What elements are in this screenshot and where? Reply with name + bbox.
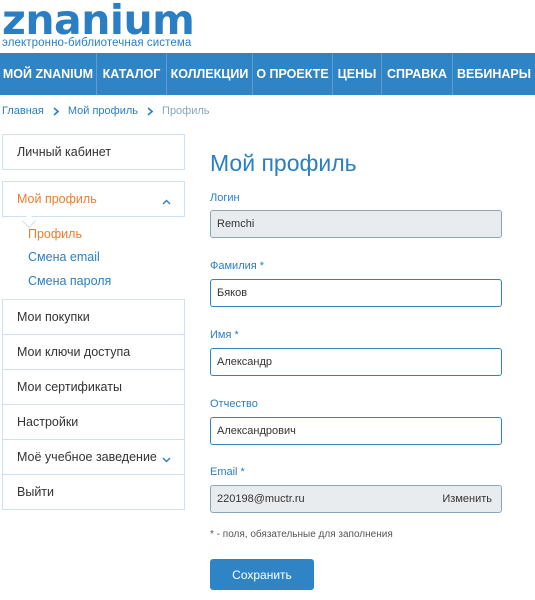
- breadcrumb-home[interactable]: Главная: [2, 105, 44, 117]
- email-value: 220198@muctr.ru: [217, 493, 305, 505]
- email-label: Email *: [210, 466, 245, 478]
- sidebar-item-label: Моё учебное заведение: [17, 450, 157, 464]
- nav-prices[interactable]: ЦЕНЫ: [333, 53, 382, 95]
- change-email-button[interactable]: Изменить: [442, 493, 492, 505]
- name-field[interactable]: Александр: [210, 348, 502, 376]
- save-button[interactable]: Сохранить: [210, 559, 314, 590]
- breadcrumb: Главная Мой профиль Профиль: [2, 105, 210, 117]
- nav-help[interactable]: СПРАВКА: [382, 53, 453, 95]
- chevron-right-icon: [53, 106, 59, 116]
- sidebar-item-settings[interactable]: Настройки: [2, 404, 185, 440]
- sidebar-item-certificates[interactable]: Мои сертификаты: [2, 369, 185, 405]
- logo-wordmark: znanium: [2, 0, 195, 44]
- page-title: Мой профиль: [210, 150, 357, 176]
- sidebar-item-cabinet[interactable]: Личный кабинет: [2, 134, 185, 170]
- sidebar-item-access-keys[interactable]: Мои ключи доступа: [2, 334, 185, 370]
- breadcrumb-my-profile[interactable]: Мой профиль: [68, 105, 138, 117]
- email-field: 220198@muctr.ru Изменить: [210, 485, 502, 513]
- required-note: * - поля, обязательные для заполнения: [210, 529, 393, 540]
- nav-catalog[interactable]: КАТАЛОГ: [97, 53, 167, 95]
- login-label: Логин: [210, 192, 240, 204]
- surname-label: Фамилия *: [210, 260, 265, 272]
- sidebar-item-purchases[interactable]: Мои покупки: [2, 299, 185, 335]
- nav-about[interactable]: О ПРОЕКТЕ: [253, 53, 333, 95]
- name-label: Имя *: [210, 329, 239, 341]
- logo-subtitle: электронно-библиотечная система: [2, 37, 192, 49]
- sidebar-subitem-change-email[interactable]: Смена email: [28, 250, 100, 264]
- nav-collections[interactable]: КОЛЛЕКЦИИ: [167, 53, 253, 95]
- patronymic-field[interactable]: Александрович: [210, 417, 502, 445]
- sidebar-subitem-change-password[interactable]: Смена пароля: [28, 274, 111, 288]
- sidebar-item-institution[interactable]: Моё учебное заведение: [2, 439, 185, 475]
- sidebar-item-logout[interactable]: Выйти: [2, 474, 185, 510]
- nav-webinars[interactable]: ВЕБИНАРЫ: [453, 53, 535, 95]
- chevron-down-icon: [162, 452, 171, 466]
- patronymic-label: Отчество: [210, 398, 258, 410]
- sidebar-subitem-profile[interactable]: Профиль: [28, 227, 82, 241]
- chevron-right-icon: [147, 106, 154, 116]
- site-logo[interactable]: znanium электронно-библиотечная система: [2, 0, 195, 49]
- sidebar-item-label: Мой профиль: [17, 192, 97, 206]
- surname-field[interactable]: Бяков: [210, 279, 502, 307]
- login-field: Remchi: [210, 210, 502, 238]
- chevron-up-icon: [162, 194, 171, 208]
- main-nav: МОЙ ZNANIUM КАТАЛОГ КОЛЛЕКЦИИ О ПРОЕКТЕ …: [0, 53, 535, 95]
- sidebar-item-my-profile[interactable]: Мой профиль: [2, 181, 185, 217]
- nav-my-znanium[interactable]: МОЙ ZNANIUM: [0, 53, 97, 95]
- breadcrumb-current: Профиль: [162, 105, 210, 117]
